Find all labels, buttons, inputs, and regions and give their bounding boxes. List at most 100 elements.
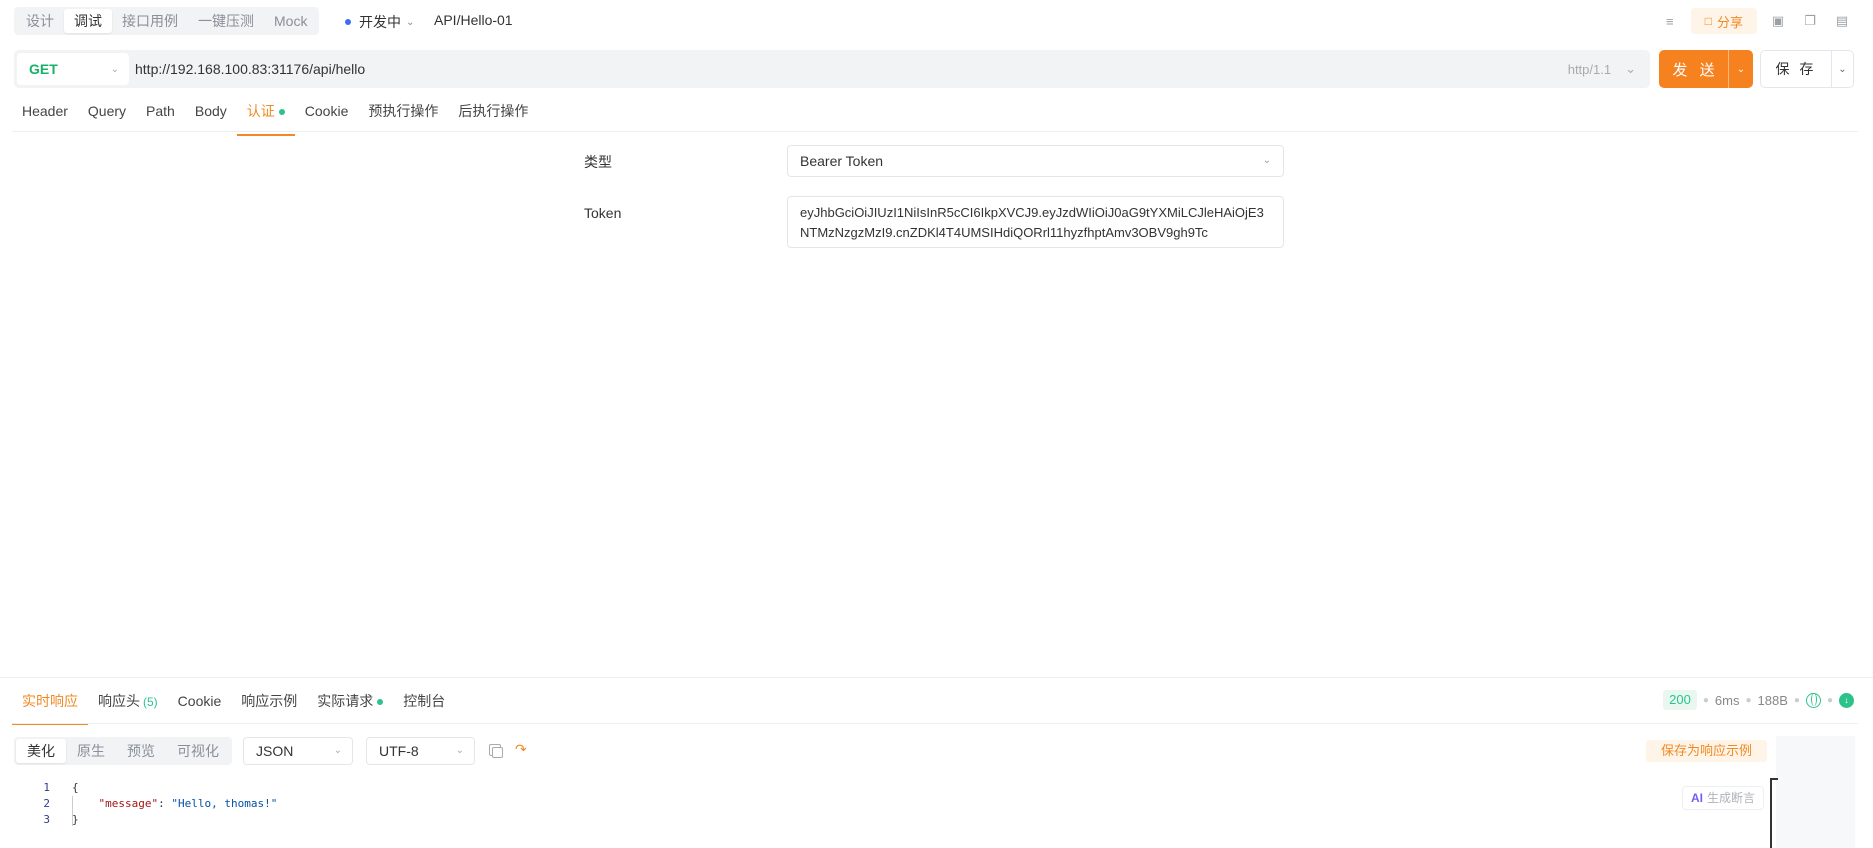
tab-actual-request[interactable]: 实际请求: [307, 686, 393, 722]
top-bar: 设计 调试 接口用例 一键压测 Mock 开发中 ⌄ API/Hello-01 …: [0, 0, 1873, 42]
tab-console[interactable]: 控制台: [393, 686, 455, 722]
send-button[interactable]: 发 送 ⌄: [1659, 50, 1753, 88]
chevron-down-icon: ⌄: [110, 63, 119, 75]
json-key: "message": [98, 797, 159, 810]
chevron-down-icon: ⌄: [1262, 155, 1271, 166]
top-actions: ≡ □ 分享 ▣ ❐ ▤: [1659, 8, 1853, 34]
response-tabs: 实时响应 响应头 (5) Cookie 响应示例 实际请求 控制台: [12, 686, 455, 725]
tab-response-cookie[interactable]: Cookie: [168, 686, 232, 722]
chevron-down-icon: ⌄: [1625, 61, 1636, 76]
tab-response-example[interactable]: 响应示例: [231, 686, 307, 722]
save-icon[interactable]: ▤: [1831, 10, 1853, 32]
line-number: 1: [43, 781, 50, 794]
copy-icon[interactable]: ❐: [1799, 10, 1821, 32]
json-colon: :: [158, 797, 172, 810]
open-brace: {: [72, 781, 79, 794]
response-headers-label: 响应头: [98, 693, 140, 709]
format-value: JSON: [256, 743, 294, 759]
tab-body[interactable]: Body: [185, 96, 237, 131]
tab-response-headers[interactable]: 响应头 (5): [88, 686, 168, 722]
env-status-dot: [345, 19, 351, 25]
environment-selector[interactable]: 开发中 ⌄: [345, 12, 414, 32]
token-input[interactable]: eyJhbGciOiJIUzI1NiIsInR5cCI6IkpXVCJ9.eyJ…: [787, 196, 1284, 248]
token-label: Token: [584, 205, 622, 221]
ai-generate-assertion-button[interactable]: AI 生成断言: [1682, 786, 1765, 810]
line-numbers: 1 2 3: [26, 780, 50, 828]
tab-auth[interactable]: 认证: [236, 96, 295, 136]
tab-path[interactable]: Path: [136, 96, 185, 131]
tab-post-script[interactable]: 后执行操作: [448, 96, 538, 131]
tab-visualize[interactable]: 可视化: [166, 739, 230, 763]
separator-dot: ●: [1745, 694, 1752, 706]
response-body-editor[interactable]: 1 2 3 { "message": "Hello, thomas!"}: [0, 776, 1860, 848]
encoding-select[interactable]: UTF-8 ⌄: [366, 737, 475, 765]
method-value: GET: [29, 61, 58, 77]
tab-test-cases[interactable]: 接口用例: [112, 9, 188, 33]
ai-badge: AI: [1691, 791, 1703, 805]
format-icon[interactable]: ≡: [1659, 10, 1681, 32]
code-line: "message": "Hello, thomas!": [72, 796, 278, 812]
code-line: {: [72, 780, 277, 796]
share-label: 分享: [1716, 14, 1743, 30]
tab-query[interactable]: Query: [78, 96, 136, 131]
ai-button-label: 生成断言: [1707, 791, 1756, 805]
protocol-value: http/1.1: [1567, 61, 1612, 77]
status-badge: 200: [1663, 690, 1697, 710]
chevron-down-icon: ⌄: [455, 745, 464, 756]
response-stats: 200 ● 6ms ● 188B ● ● ↓: [1663, 690, 1854, 710]
separator-dot: ●: [1702, 694, 1709, 706]
save-options-chevron-icon[interactable]: ⌄: [1832, 64, 1853, 75]
response-tabs-underline: [12, 723, 1858, 724]
auth-type-label: 类型: [584, 154, 612, 170]
chevron-down-icon: ⌄: [333, 745, 342, 756]
request-tabs: Header Query Path Body 认证 Cookie 预执行操作 后…: [12, 96, 1858, 136]
copy-response-icon[interactable]: [489, 744, 503, 758]
protocol-select[interactable]: http/1.1 ⌄: [1568, 61, 1636, 77]
view-mode-tabs: 美化 原生 预览 可视化: [14, 737, 232, 765]
headers-count: (5): [143, 695, 158, 709]
tab-mock[interactable]: Mock: [264, 9, 317, 33]
method-select[interactable]: GET ⌄: [17, 53, 129, 85]
env-label: 开发中: [359, 14, 401, 30]
url-bar: GET ⌄ http://192.168.100.83:31176/api/he…: [14, 50, 1650, 88]
response-time: 6ms: [1714, 692, 1740, 708]
breadcrumb[interactable]: API/Hello-01: [434, 12, 513, 28]
tab-debug[interactable]: 调试: [64, 9, 112, 33]
tab-pre-script[interactable]: 预执行操作: [358, 96, 448, 131]
save-as-example-button[interactable]: 保存为响应示例: [1646, 740, 1768, 762]
tab-cookie[interactable]: Cookie: [295, 96, 359, 131]
tab-preview[interactable]: 预览: [116, 739, 166, 763]
share-button[interactable]: □ 分享: [1690, 8, 1757, 34]
url-input[interactable]: http://192.168.100.83:31176/api/hello: [135, 61, 1568, 77]
globe-icon[interactable]: [1805, 692, 1821, 708]
indent-guide: [72, 796, 73, 826]
separator-dot: ●: [1826, 694, 1833, 706]
json-value: "Hello, thomas!": [171, 797, 278, 810]
code-content: { "message": "Hello, thomas!"}: [72, 780, 277, 828]
tab-design[interactable]: 设计: [16, 9, 64, 33]
send-label: 发 送: [1672, 61, 1719, 79]
encoding-value: UTF-8: [379, 743, 419, 759]
auth-type-value: Bearer Token: [800, 153, 884, 169]
auth-type-select[interactable]: Bearer Token ⌄: [787, 145, 1284, 177]
send-options-chevron-icon[interactable]: ⌄: [1729, 64, 1753, 75]
mode-tabs: 设计 调试 接口用例 一键压测 Mock: [14, 7, 320, 35]
response-divider[interactable]: [0, 677, 1873, 678]
line-number: 2: [43, 797, 50, 810]
lock-icon[interactable]: ▣: [1767, 10, 1789, 32]
download-icon[interactable]: ↓: [1839, 692, 1854, 708]
tab-realtime-response[interactable]: 实时响应: [12, 686, 88, 725]
save-label: 保 存: [1775, 61, 1817, 77]
chevron-down-icon: ⌄: [406, 16, 415, 28]
tab-header[interactable]: Header: [12, 96, 78, 131]
tab-auth-label: 认证: [246, 103, 275, 119]
actual-request-dot: [377, 699, 384, 706]
auth-active-dot: [278, 109, 285, 116]
word-wrap-icon[interactable]: ↷: [515, 741, 527, 757]
response-size: 188B: [1757, 692, 1788, 708]
tab-pretty[interactable]: 美化: [16, 739, 66, 763]
tab-load-test[interactable]: 一键压测: [188, 9, 264, 33]
format-select[interactable]: JSON ⌄: [243, 737, 353, 765]
save-button[interactable]: 保 存 ⌄: [1760, 50, 1854, 88]
tab-raw[interactable]: 原生: [66, 739, 116, 763]
